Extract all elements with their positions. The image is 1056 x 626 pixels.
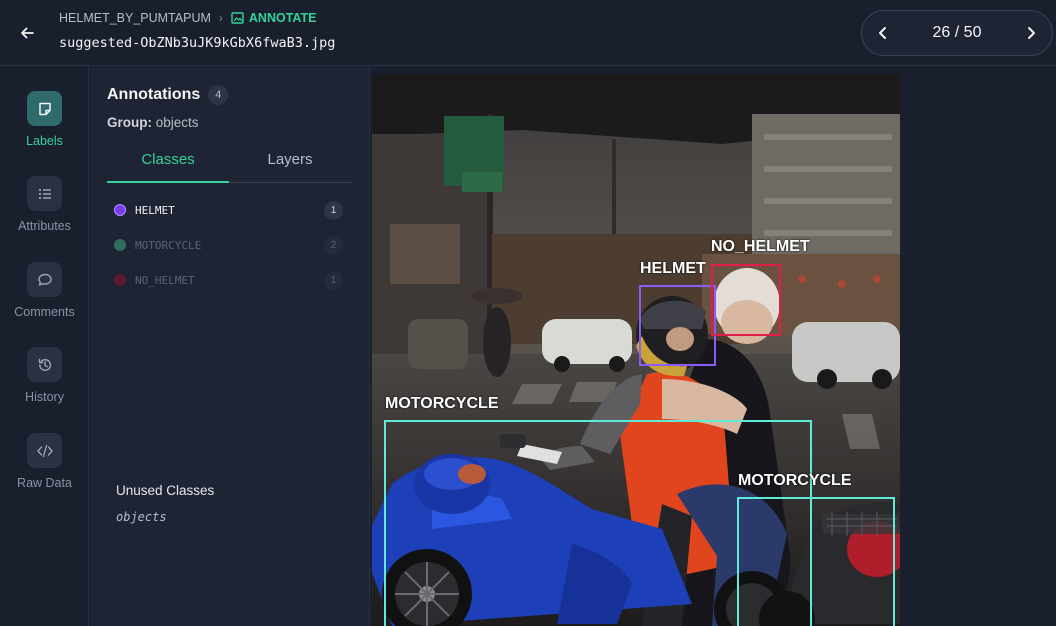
class-color-dot [114, 239, 126, 251]
top-bar: HELMET_BY_PUMTAPUM › ANNOTATE suggested-… [0, 0, 1056, 66]
class-name: NO_HELMET [135, 273, 195, 287]
image-icon [231, 12, 244, 24]
sidebar-rail: Labels Attributes Comments History Raw D… [0, 67, 89, 626]
sidebar-item-history[interactable]: History [0, 347, 89, 404]
class-color-dot [114, 274, 126, 286]
pager-position: 26 / 50 [932, 24, 982, 41]
sidebar-item-label: History [25, 390, 64, 404]
annotation-canvas[interactable]: HELMET NO_HELMET MOTORCYCLE MOTORCYCLE [371, 67, 1056, 626]
panel-title-text: Annotations [107, 86, 201, 103]
panel-title: Annotations 4 [107, 85, 229, 105]
back-button[interactable] [14, 20, 40, 46]
sidebar-item-raw-data[interactable]: Raw Data [0, 433, 89, 490]
group-label: Group: [107, 115, 152, 130]
image-filename: suggested-ObZNb3uJK9kGbX6fwaB3.jpg [59, 35, 336, 51]
tag-icon [27, 91, 62, 126]
class-name: MOTORCYCLE [135, 238, 202, 252]
bbox-label-motorcycle-2: MOTORCYCLE [738, 472, 852, 489]
bbox-motorcycle-2[interactable] [737, 497, 895, 626]
annotated-photo[interactable]: HELMET NO_HELMET MOTORCYCLE MOTORCYCLE [372, 74, 900, 626]
code-icon [27, 433, 62, 468]
sidebar-item-comments[interactable]: Comments [0, 262, 89, 319]
breadcrumb: HELMET_BY_PUMTAPUM › ANNOTATE [59, 11, 316, 25]
next-image-button[interactable] [1022, 24, 1040, 42]
tab-layers[interactable]: Layers [229, 145, 351, 182]
unused-class-item: objects [116, 510, 167, 524]
bbox-no-helmet[interactable] [711, 264, 781, 336]
previous-image-button[interactable] [874, 24, 892, 42]
history-icon [27, 347, 62, 382]
annotation-count-badge: 4 [208, 85, 229, 105]
panel-tabs: Classes Layers [107, 145, 352, 183]
breadcrumb-annotate[interactable]: ANNOTATE [231, 11, 317, 25]
sidebar-item-label: Comments [14, 305, 75, 319]
bbox-label-helmet: HELMET [640, 260, 706, 277]
class-row-no-helmet[interactable]: NO_HELMET 1 [114, 269, 343, 291]
sidebar-item-label: Labels [26, 134, 63, 148]
image-pager: 26 / 50 [861, 10, 1053, 56]
class-count: 1 [324, 270, 343, 290]
class-count: 2 [324, 235, 343, 255]
sidebar-item-label: Raw Data [17, 476, 72, 490]
group-line: Group: objects [107, 115, 199, 130]
class-color-dot [114, 204, 126, 216]
chevron-left-icon [879, 27, 886, 39]
chevron-right-icon [1028, 27, 1035, 39]
class-name: HELMET [135, 203, 175, 217]
class-count: 1 [324, 200, 343, 220]
comment-icon [27, 262, 62, 297]
annotations-panel: Annotations 4 Group: objects Classes Lay… [90, 67, 370, 626]
group-value: objects [155, 115, 199, 130]
breadcrumb-project[interactable]: HELMET_BY_PUMTAPUM [59, 11, 211, 25]
list-icon [27, 176, 62, 211]
sidebar-item-label: Attributes [18, 219, 71, 233]
sidebar-item-attributes[interactable]: Attributes [0, 176, 89, 233]
breadcrumb-annotate-label: ANNOTATE [248, 11, 317, 25]
class-row-helmet[interactable]: HELMET 1 [114, 199, 343, 221]
sidebar-item-labels[interactable]: Labels [0, 91, 89, 148]
chevron-right-icon: › [218, 11, 223, 25]
bbox-label-motorcycle-1: MOTORCYCLE [385, 395, 499, 412]
bbox-label-no-helmet: NO_HELMET [711, 238, 810, 255]
arrow-left-icon [21, 27, 34, 39]
class-row-motorcycle[interactable]: MOTORCYCLE 2 [114, 234, 343, 256]
bbox-helmet[interactable] [639, 285, 716, 366]
unused-classes-heading: Unused Classes [116, 483, 215, 498]
tab-classes[interactable]: Classes [107, 145, 229, 183]
